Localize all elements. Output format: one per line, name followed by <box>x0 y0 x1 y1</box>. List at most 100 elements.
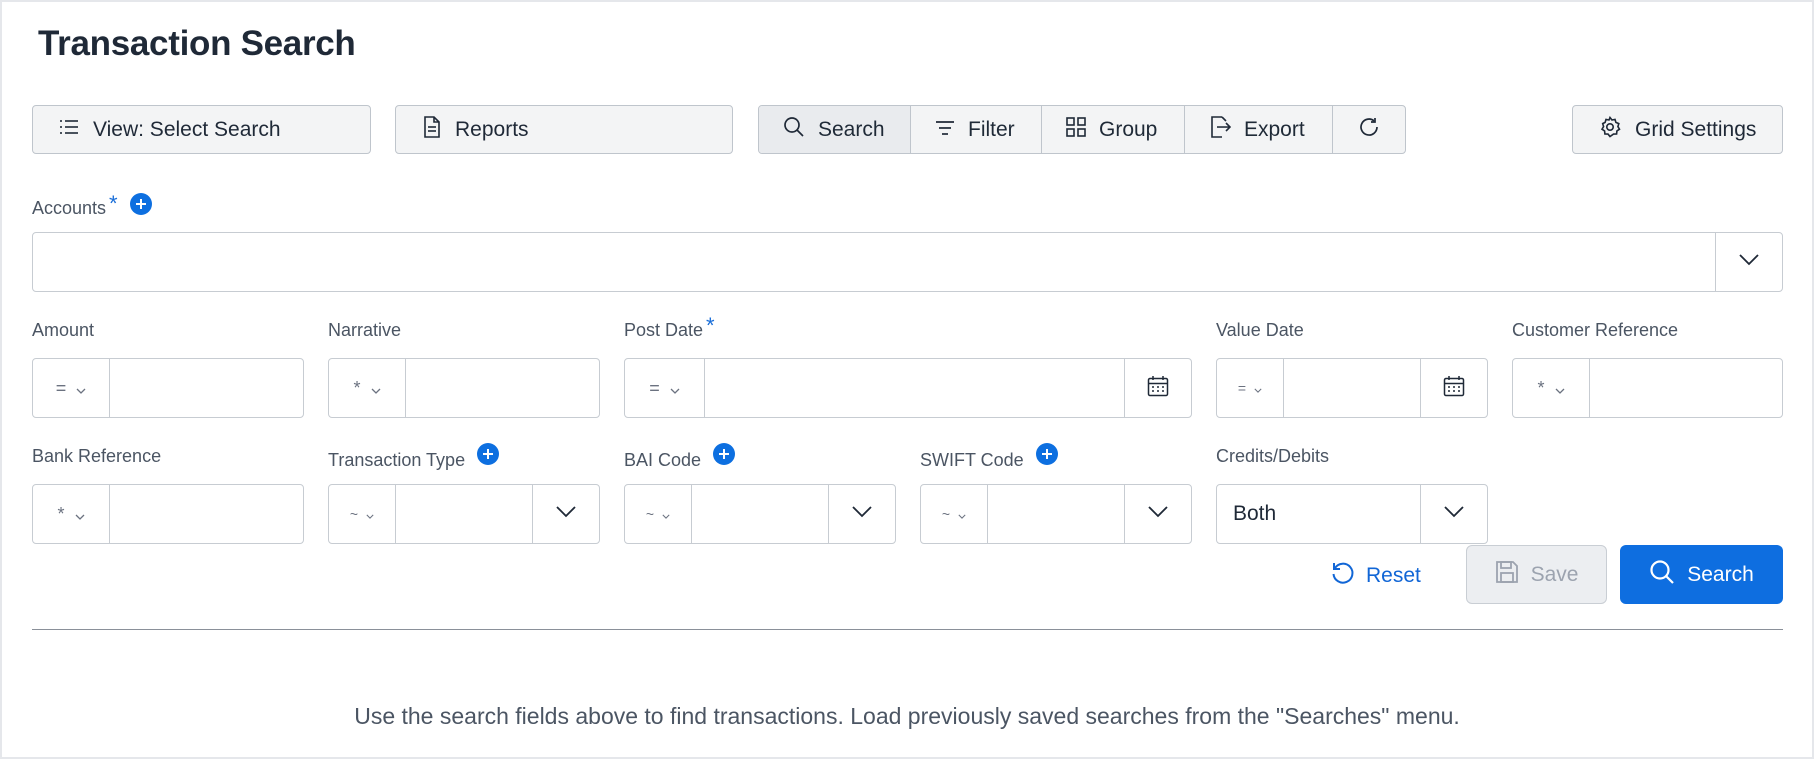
accounts-value[interactable] <box>33 233 1715 291</box>
value-date-label: Value Date <box>1216 320 1304 340</box>
narrative-operator-select[interactable]: * <box>329 359 406 417</box>
grid-icon <box>1066 116 1086 143</box>
accounts-dropdown-toggle[interactable] <box>1715 233 1782 291</box>
bank-reference-input[interactable] <box>110 485 303 543</box>
reset-button[interactable]: Reset <box>1330 560 1421 592</box>
transaction-type-field: ~ <box>328 484 600 544</box>
transaction-type-label: Transaction Type <box>328 450 466 470</box>
swift-code-input[interactable] <box>988 485 1124 543</box>
divider <box>32 629 1783 630</box>
post-date-label-row: Post Date * <box>624 313 715 341</box>
customer-reference-operator-value: * <box>1537 377 1545 398</box>
chevron-down-icon <box>1444 505 1464 523</box>
empty-state-hint: Use the search fields above to find tran… <box>354 703 1460 729</box>
chevron-down-icon <box>1254 380 1262 396</box>
reports-button[interactable]: Reports <box>395 105 733 154</box>
amount-operator-select[interactable]: = <box>33 359 110 417</box>
credits-debits-value: Both <box>1233 502 1277 525</box>
save-button[interactable]: Save <box>1466 545 1607 604</box>
bank-reference-operator-value: * <box>57 503 65 524</box>
calendar-icon <box>1443 375 1465 402</box>
chevron-down-icon <box>75 504 85 525</box>
transaction-type-input[interactable] <box>396 485 532 543</box>
chevron-down-icon <box>958 506 966 522</box>
bai-code-label-row: BAI Code <box>624 443 736 471</box>
add-transaction-type-plus-icon[interactable] <box>477 443 500 465</box>
chevron-down-icon <box>670 378 680 399</box>
grid-settings-button[interactable]: Grid Settings <box>1572 105 1783 154</box>
post-date-operator-select[interactable]: = <box>625 359 705 417</box>
search-icon <box>783 116 805 144</box>
reports-label: Reports <box>455 117 529 141</box>
swift-code-label: SWIFT Code <box>920 450 1024 470</box>
amount-field: = <box>32 358 304 418</box>
reset-icon <box>1330 560 1356 592</box>
swift-code-field: ~ <box>920 484 1192 544</box>
post-date-label: Post Date <box>624 320 704 340</box>
bai-code-label: BAI Code <box>624 450 702 470</box>
bank-reference-operator-select[interactable]: * <box>33 485 110 543</box>
value-date-field: = <box>1216 358 1488 418</box>
calendar-icon <box>1147 375 1169 402</box>
add-swift-code-plus-icon[interactable] <box>1035 443 1058 465</box>
search-toolbar-group: Search Filter Group Export <box>758 105 1406 154</box>
group-button[interactable]: Group <box>1042 106 1185 153</box>
credits-debits-select[interactable]: Both <box>1216 484 1488 544</box>
post-date-input[interactable] <box>705 359 1124 417</box>
chevron-down-icon <box>76 378 86 399</box>
value-date-operator-select[interactable]: = <box>1217 359 1284 417</box>
page-title: Transaction Search <box>38 24 356 63</box>
refresh-button[interactable] <box>1333 106 1405 153</box>
view-select-search-button[interactable]: View: Select Search <box>32 105 371 154</box>
amount-operator-value: = <box>55 377 67 398</box>
narrative-field: * <box>328 358 600 418</box>
filter-label: Filter <box>968 117 1015 141</box>
swift-code-operator-select[interactable]: ~ <box>921 485 988 543</box>
accounts-label: Accounts <box>32 198 107 218</box>
amount-input[interactable] <box>110 359 303 417</box>
narrative-input[interactable] <box>406 359 599 417</box>
transaction-type-label-row: Transaction Type <box>328 443 500 471</box>
gear-icon <box>1599 115 1621 144</box>
value-date-operator-value: = <box>1237 380 1247 396</box>
export-label: Export <box>1244 117 1305 141</box>
swift-code-dropdown-toggle[interactable] <box>1124 485 1191 543</box>
add-bai-code-plus-icon[interactable] <box>713 443 736 465</box>
post-date-field: = <box>624 358 1192 418</box>
customer-reference-field: * <box>1512 358 1783 418</box>
document-icon <box>423 115 441 144</box>
customer-reference-operator-select[interactable]: * <box>1513 359 1590 417</box>
bank-reference-field: * <box>32 484 304 544</box>
export-button[interactable]: Export <box>1185 106 1333 153</box>
post-date-calendar-button[interactable] <box>1124 359 1191 417</box>
accounts-select[interactable] <box>32 232 1783 292</box>
narrative-operator-value: * <box>353 377 361 398</box>
chevron-down-icon <box>366 506 374 522</box>
reset-label: Reset <box>1366 564 1421 587</box>
credits-debits-dropdown-toggle[interactable] <box>1420 485 1487 543</box>
swift-code-label-row: SWIFT Code <box>920 443 1058 471</box>
chevron-down-icon <box>662 506 670 522</box>
customer-reference-input[interactable] <box>1590 359 1782 417</box>
transaction-type-dropdown-toggle[interactable] <box>532 485 599 543</box>
group-label: Group <box>1099 117 1158 141</box>
search-submit-label: Search <box>1687 562 1754 586</box>
required-marker: * <box>706 313 715 338</box>
narrative-label: Narrative <box>328 320 402 340</box>
filter-button[interactable]: Filter <box>911 106 1042 153</box>
post-date-operator-value: = <box>649 377 660 398</box>
value-date-calendar-button[interactable] <box>1420 359 1487 417</box>
transaction-type-operator-select[interactable]: ~ <box>329 485 396 543</box>
add-accounts-plus-icon[interactable] <box>129 193 152 215</box>
bai-code-dropdown-toggle[interactable] <box>828 485 895 543</box>
bai-code-input[interactable] <box>692 485 828 543</box>
grid-settings-label: Grid Settings <box>1635 117 1757 141</box>
amount-label: Amount <box>32 320 95 340</box>
search-tab-button[interactable]: Search <box>759 106 911 153</box>
search-submit-button[interactable]: Search <box>1620 545 1783 604</box>
chevron-down-icon <box>1555 378 1565 399</box>
bai-code-operator-value: ~ <box>645 506 655 522</box>
save-icon <box>1495 560 1519 590</box>
bai-code-operator-select[interactable]: ~ <box>625 485 692 543</box>
value-date-input[interactable] <box>1284 359 1420 417</box>
